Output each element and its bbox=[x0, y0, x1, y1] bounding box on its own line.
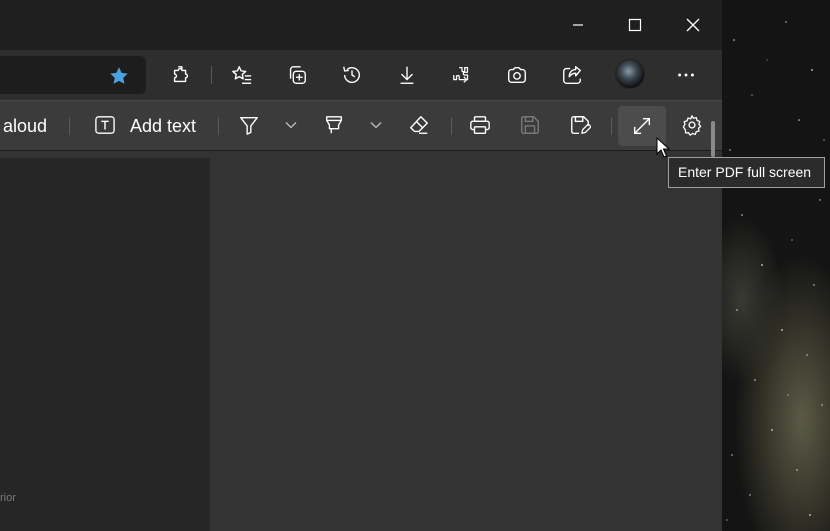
history-button[interactable] bbox=[337, 60, 367, 90]
favorite-star-icon[interactable] bbox=[108, 65, 130, 87]
draw-button[interactable] bbox=[232, 108, 266, 142]
screenshot-icon bbox=[508, 66, 526, 84]
highlight-options-dropdown[interactable] bbox=[361, 108, 391, 142]
share-icon bbox=[563, 66, 581, 84]
browser-window: aloud Add text rior bbox=[0, 0, 722, 531]
chevron-down-icon bbox=[285, 122, 297, 129]
browser-toolbar bbox=[0, 50, 722, 100]
save-as-icon bbox=[571, 116, 591, 134]
share-button[interactable] bbox=[557, 60, 587, 90]
save-as-button[interactable] bbox=[563, 108, 597, 142]
minimize-button[interactable] bbox=[549, 0, 607, 50]
erase-icon bbox=[410, 116, 428, 134]
performance-button[interactable] bbox=[447, 60, 477, 90]
extensions-button[interactable] bbox=[166, 60, 196, 90]
minimize-icon bbox=[573, 24, 583, 26]
add-text-icon-wrap[interactable] bbox=[88, 108, 122, 142]
highlight-icon bbox=[325, 116, 343, 134]
mouse-cursor-icon bbox=[656, 137, 670, 158]
erase-button[interactable] bbox=[402, 108, 436, 142]
pdf-settings-button[interactable] bbox=[675, 108, 709, 142]
pdf-divider bbox=[218, 117, 219, 135]
add-text-button[interactable]: Add text bbox=[130, 116, 196, 137]
save-button[interactable] bbox=[513, 108, 547, 142]
text-box-icon bbox=[95, 116, 115, 134]
title-bar bbox=[0, 0, 722, 50]
print-button[interactable] bbox=[463, 108, 497, 142]
close-button[interactable] bbox=[664, 0, 722, 50]
scrollbar-thumb[interactable] bbox=[711, 121, 715, 157]
extensions-icon bbox=[173, 66, 189, 83]
pdf-divider bbox=[451, 117, 452, 135]
toolbar-divider bbox=[211, 66, 212, 84]
save-icon bbox=[521, 116, 539, 134]
pdf-divider bbox=[69, 117, 70, 135]
favorites-icon bbox=[232, 66, 252, 84]
collections-icon bbox=[289, 66, 306, 84]
profile-avatar[interactable] bbox=[615, 59, 645, 89]
history-icon bbox=[343, 66, 360, 84]
wallpaper-stars bbox=[726, 21, 825, 521]
read-aloud-button[interactable]: aloud bbox=[3, 116, 47, 137]
address-bar[interactable] bbox=[0, 56, 146, 94]
chevron-down-icon bbox=[370, 122, 382, 129]
screenshot-button[interactable] bbox=[502, 60, 532, 90]
maximize-button[interactable] bbox=[606, 0, 664, 50]
gear-icon bbox=[682, 115, 702, 136]
pdf-viewer-content[interactable]: rior bbox=[0, 151, 722, 531]
downloads-button[interactable] bbox=[392, 60, 422, 90]
performance-icon bbox=[453, 67, 469, 83]
favorites-button[interactable] bbox=[227, 60, 257, 90]
fullscreen-tooltip: Enter PDF full screen bbox=[668, 157, 825, 188]
print-icon bbox=[470, 116, 490, 134]
pdf-toolbar: aloud Add text bbox=[0, 100, 722, 151]
pdf-page: rior bbox=[0, 158, 210, 531]
more-options-button[interactable] bbox=[671, 60, 701, 90]
collections-button[interactable] bbox=[282, 60, 312, 90]
highlight-button[interactable] bbox=[317, 108, 351, 142]
draw-options-dropdown[interactable] bbox=[276, 108, 306, 142]
close-icon bbox=[686, 18, 700, 32]
desktop-wallpaper bbox=[722, 0, 830, 531]
more-icon bbox=[678, 73, 694, 77]
page-text-fragment: rior bbox=[0, 492, 16, 504]
downloads-icon bbox=[400, 66, 414, 84]
maximize-icon bbox=[628, 18, 642, 32]
pdf-divider bbox=[611, 117, 612, 135]
fullscreen-icon bbox=[633, 117, 651, 135]
draw-icon bbox=[240, 116, 258, 135]
